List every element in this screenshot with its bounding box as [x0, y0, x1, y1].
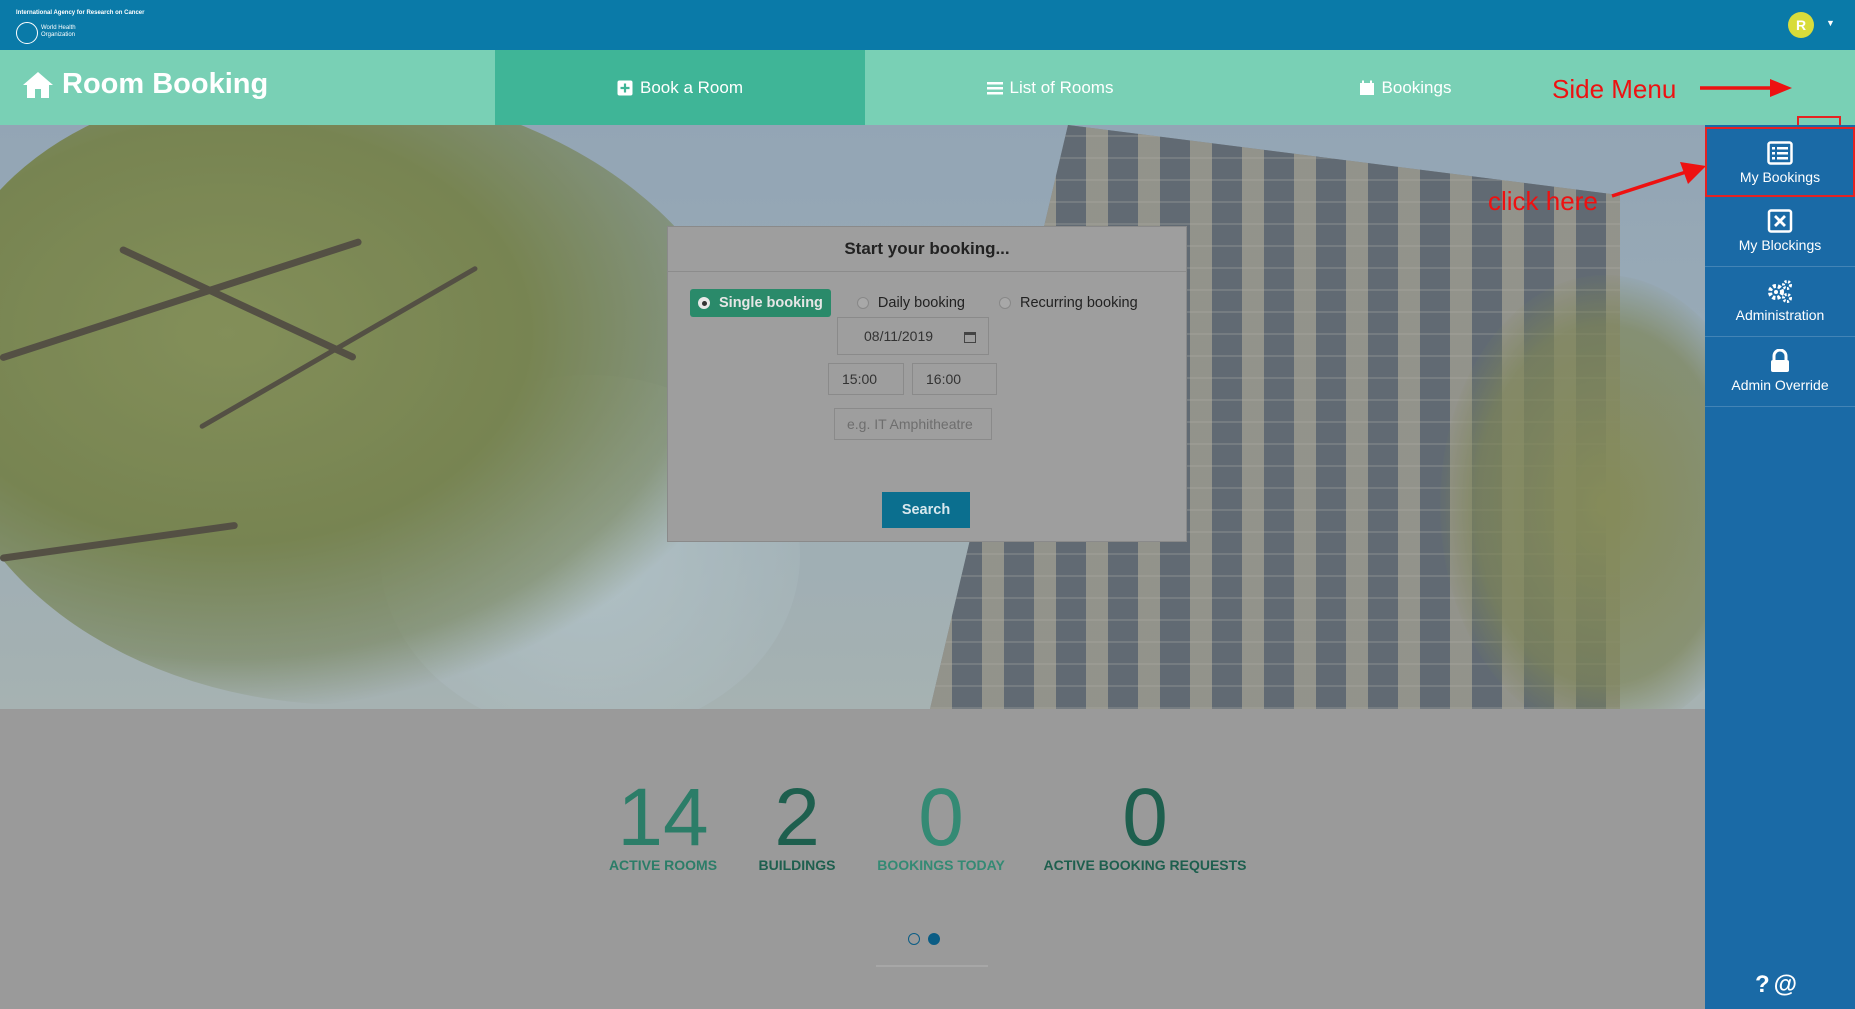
main-navbar: Room Booking Book a Room List of Rooms B…	[0, 50, 1855, 158]
radio-label: Recurring booking	[1019, 295, 1138, 311]
stat-label: ACTIVE ROOMS	[608, 857, 718, 873]
iarc-who-logo: International Agency for Research on Can…	[16, 10, 146, 44]
stat-label: BUILDINGS	[758, 857, 836, 873]
annotation-arrow-up-right-icon	[1611, 162, 1706, 198]
carousel-dot[interactable]	[908, 933, 920, 945]
booking-type-group: Single booking Daily booking Recurring b…	[690, 289, 1146, 317]
side-menu-my-blockings[interactable]: My Blockings	[1705, 197, 1855, 267]
plus-square-icon	[617, 80, 633, 95]
home-icon	[23, 71, 53, 98]
click-here-annotation: click here	[1488, 186, 1598, 216]
side-menu-administration[interactable]: Administration	[1705, 267, 1855, 337]
user-avatar[interactable]: R	[1788, 12, 1814, 38]
nav-bookings[interactable]: Bookings	[1235, 50, 1575, 125]
nav-list-of-rooms[interactable]: List of Rooms	[865, 50, 1235, 125]
end-time-input[interactable]	[913, 371, 996, 387]
radio-unchecked-icon	[998, 297, 1011, 309]
radio-label: Daily booking	[877, 295, 965, 311]
start-time-field	[828, 363, 904, 395]
stat-value: 0	[1122, 772, 1168, 863]
radio-checked-icon	[698, 297, 710, 309]
divider	[876, 965, 988, 967]
lock-icon	[1771, 349, 1789, 372]
cogs-icon	[1768, 280, 1792, 303]
end-time-field	[912, 363, 997, 395]
stat-active-rooms: 14 ACTIVE ROOMS	[607, 772, 719, 874]
daily-booking-radio[interactable]: Daily booking	[849, 289, 973, 317]
room-field	[834, 408, 992, 440]
side-menu-label: Admin Override	[1731, 377, 1829, 393]
side-menu-my-bookings[interactable]: My Bookings	[1705, 127, 1855, 197]
top-bar: International Agency for Research on Can…	[0, 0, 1855, 50]
single-booking-radio[interactable]: Single booking	[690, 289, 831, 317]
side-menu: My Bookings My Blockings Administration …	[1705, 125, 1855, 1009]
stat-buildings: 2 BUILDINGS	[752, 772, 842, 874]
calendar-icon[interactable]	[964, 332, 976, 343]
nav-label: List of Rooms	[1009, 77, 1114, 97]
who-globe-icon	[16, 22, 38, 44]
stats-section: 14 ACTIVE ROOMS 2 BUILDINGS 0 BOOKINGS T…	[0, 709, 1705, 1009]
date-field	[837, 317, 989, 355]
room-search-input[interactable]	[835, 416, 991, 432]
stat-value: 14	[617, 772, 709, 863]
list-icon	[986, 81, 1003, 94]
side-menu-label: Administration	[1735, 307, 1825, 323]
carousel-dot-active[interactable]	[928, 933, 940, 945]
brand-title: Room Booking	[62, 68, 269, 100]
radio-label: Single booking	[719, 295, 823, 311]
org-name: International Agency for Research on Can…	[16, 10, 145, 16]
annotation-arrow-right-icon	[1700, 79, 1792, 97]
nav-label: Bookings	[1381, 77, 1452, 97]
side-menu-label: My Bookings	[1739, 169, 1821, 185]
nav-label: Book a Room	[640, 77, 743, 97]
stat-value: 0	[918, 772, 964, 863]
side-menu-annotation: Side Menu	[1552, 74, 1677, 104]
brand-home-link[interactable]: Room Booking	[22, 68, 268, 101]
booking-form-panel: Start your booking... Single booking Dai…	[667, 226, 1187, 542]
carousel-pager	[908, 933, 940, 945]
side-menu-label: My Blockings	[1738, 237, 1822, 253]
radio-unchecked-icon	[856, 297, 869, 309]
nav-book-a-room[interactable]: Book a Room	[495, 50, 865, 125]
x-square-icon	[1767, 209, 1793, 233]
side-menu-admin-override[interactable]: Admin Override	[1705, 337, 1855, 407]
stat-value: 2	[774, 772, 820, 863]
list-alt-icon	[1767, 141, 1793, 165]
stat-label: ACTIVE BOOKING REQUESTS	[1043, 857, 1247, 873]
stat-bookings-today: 0 BOOKINGS TODAY	[870, 772, 1012, 874]
calendar-icon	[1359, 80, 1374, 95]
caret-down-icon[interactable]: ▼	[1826, 18, 1835, 28]
search-button[interactable]: Search	[882, 492, 970, 528]
help-contact-links[interactable]: ?@	[1755, 971, 1801, 999]
recurring-booking-radio[interactable]: Recurring booking	[991, 289, 1146, 317]
start-time-input[interactable]	[829, 371, 903, 387]
stat-label: BOOKINGS TODAY	[877, 857, 1005, 873]
who-name: World Health Organization	[41, 25, 76, 38]
stat-active-booking-requests: 0 ACTIVE BOOKING REQUESTS	[1040, 772, 1250, 874]
booking-form-title: Start your booking...	[668, 227, 1186, 272]
